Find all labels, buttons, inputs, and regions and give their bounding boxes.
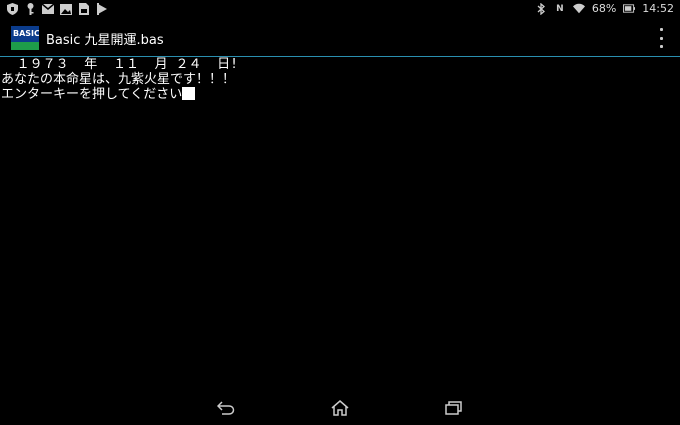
home-button[interactable] <box>329 397 351 419</box>
image-icon <box>60 3 72 15</box>
sim-icon <box>78 3 90 15</box>
wifi-icon <box>572 3 585 15</box>
shield-icon <box>6 3 18 15</box>
battery-icon <box>623 3 636 15</box>
mail-icon <box>42 3 54 15</box>
back-button[interactable] <box>215 397 237 419</box>
home-icon <box>331 400 349 416</box>
back-icon <box>217 401 235 415</box>
overflow-menu-button[interactable] <box>658 28 664 48</box>
bluetooth-icon <box>535 2 547 15</box>
download-icon <box>96 3 108 15</box>
recent-apps-button[interactable] <box>443 397 465 419</box>
console-output[interactable]: １９７３ 年 １１ 月 ２４ 日! あなたの本命星は、九紫火星です！！！ エンタ… <box>1 57 677 387</box>
action-bar: BASIC Basic 九星開運.bas <box>0 20 680 57</box>
overflow-dot <box>659 36 663 40</box>
battery-percent: 68% <box>591 2 617 15</box>
overflow-dot <box>659 28 663 31</box>
app-icon-label: BASIC <box>13 29 39 38</box>
text-cursor <box>182 87 196 100</box>
nfc-icon: N <box>556 3 564 14</box>
clock: 14:52 <box>642 2 674 15</box>
console-line-date: １９７３ 年 １１ 月 ２４ 日! <box>1 57 238 72</box>
recent-apps-icon <box>445 401 462 415</box>
notification-icons <box>6 3 108 15</box>
system-status: N 68% 14:52 <box>535 2 674 15</box>
console-line-prompt: エンターキーを押してください <box>1 87 677 102</box>
prompt-text: エンターキーを押してください <box>1 87 183 102</box>
console-line-result: あなたの本命星は、九紫火星です！！！ <box>1 72 236 87</box>
app-title: Basic 九星開運.bas <box>46 33 164 48</box>
navigation-bar <box>0 390 680 425</box>
overflow-dot <box>659 45 663 48</box>
app-icon: BASIC <box>11 26 40 50</box>
key-icon <box>24 3 36 15</box>
status-bar: N 68% 14:52 <box>0 0 680 20</box>
